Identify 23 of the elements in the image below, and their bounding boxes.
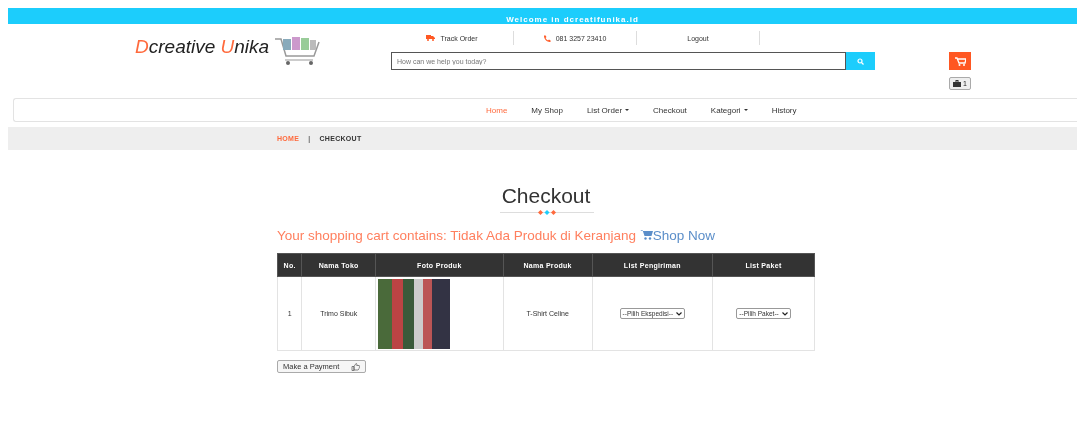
- chevron-down-icon: [676, 311, 683, 316]
- thumbs-up-icon: [351, 362, 361, 371]
- welcome-text: Welcome in dcreatifunika.id: [505, 15, 639, 24]
- cart-message: Your shopping cart contains: Tidak Ada Produk di Keranjang: [277, 228, 637, 243]
- truck-icon: [426, 35, 436, 41]
- nav-link[interactable]: Kategori: [698, 105, 760, 115]
- briefcase-icon: [953, 80, 962, 87]
- page-title: Checkout: [500, 184, 592, 208]
- cart-button[interactable]: [949, 52, 971, 70]
- search-icon: [857, 57, 864, 65]
- nav-link[interactable]: List Order: [574, 105, 642, 115]
- cart-icon: [954, 56, 966, 66]
- shop-now-link[interactable]: Shop Now: [639, 228, 716, 243]
- search-button[interactable]: [846, 52, 875, 70]
- phone-icon: [543, 34, 551, 42]
- nav-link[interactable]: Checkout: [641, 105, 699, 115]
- cart-icon: [639, 229, 653, 240]
- nav-link[interactable]: History: [759, 105, 809, 115]
- logo-text[interactable]: Dcreative Unika: [135, 36, 270, 58]
- caret-icon: [625, 109, 630, 111]
- caret-icon: [743, 109, 748, 111]
- chevron-down-icon: [781, 311, 788, 316]
- nav-link[interactable]: My Shop: [519, 105, 575, 115]
